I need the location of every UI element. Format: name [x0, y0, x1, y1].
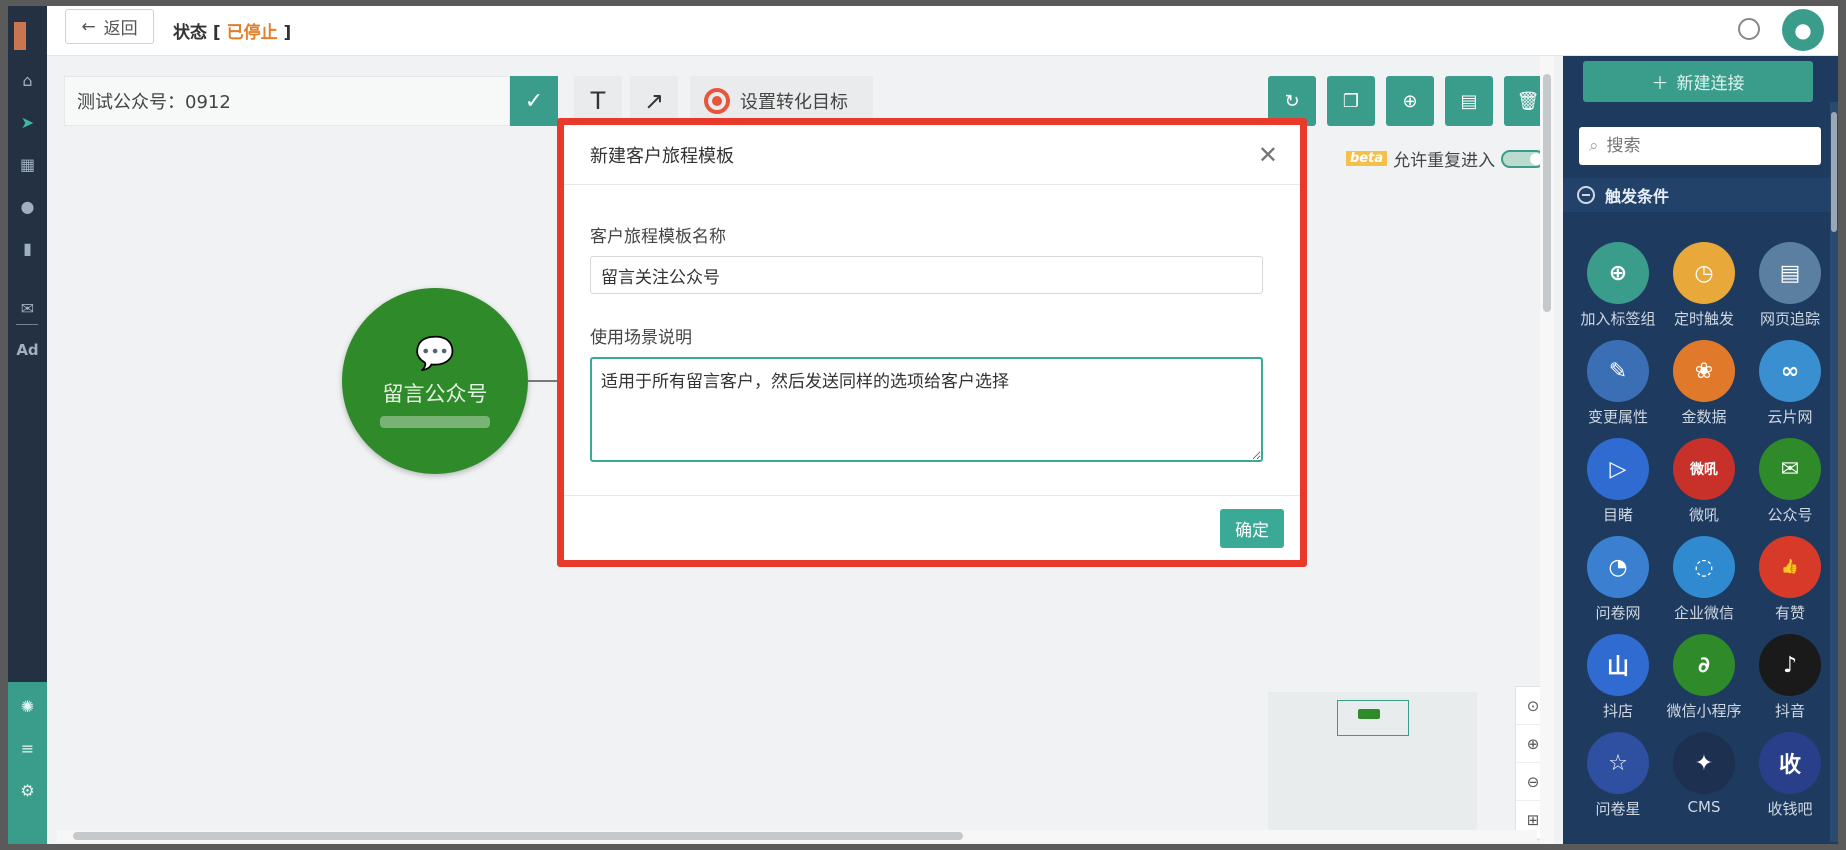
dialog-header: 新建客户旅程模板 ✕ [564, 125, 1300, 185]
new-template-dialog: 新建客户旅程模板 ✕ 客户旅程模板名称 使用场景说明 适用于所有留言客户，然后发… [564, 125, 1300, 560]
description-label: 使用场景说明 [590, 328, 692, 348]
description-textarea[interactable]: 适用于所有留言客户，然后发送同样的选项给客户选择 [590, 357, 1263, 462]
app-frame: ⌂ ➤ ▦ ● ▮ ✉ Ad ✺ ≡ ⚙ ← 返回 状态 [ 已停止 ] ● 测… [8, 6, 1838, 844]
template-name-label: 客户旅程模板名称 [590, 227, 726, 247]
dialog-title: 新建客户旅程模板 [590, 145, 734, 167]
close-icon[interactable]: ✕ [1258, 141, 1278, 169]
confirm-button[interactable]: 确定 [1220, 509, 1284, 548]
dialog-footer: 确定 [564, 495, 1300, 560]
template-name-input[interactable] [590, 256, 1263, 294]
